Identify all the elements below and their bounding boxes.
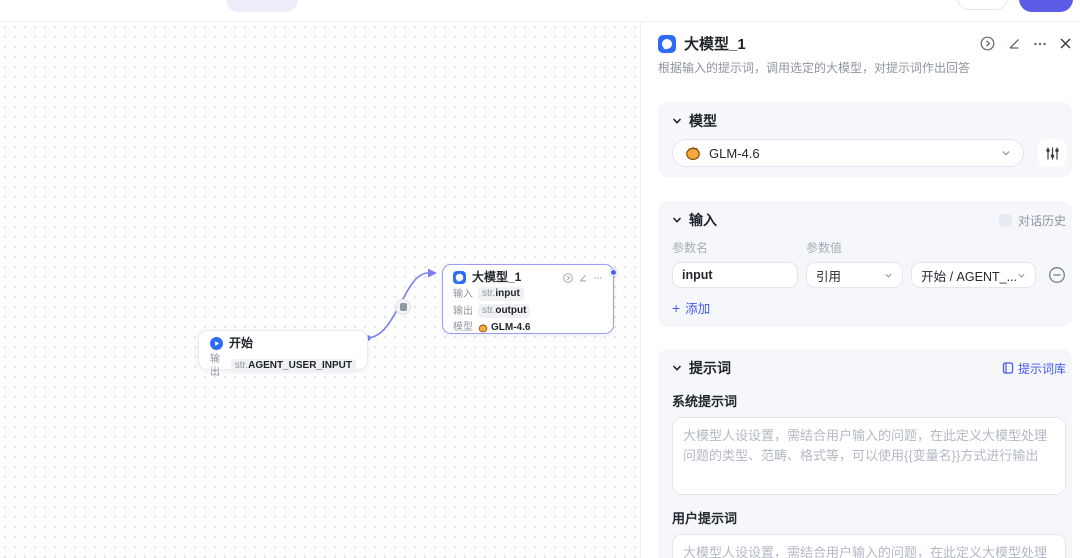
edge-action-button[interactable] bbox=[395, 299, 411, 315]
edge-action-icon bbox=[399, 303, 407, 311]
topbar bbox=[0, 0, 1080, 22]
chevron-down-icon bbox=[884, 271, 893, 280]
panel-title: 大模型_1 bbox=[684, 36, 746, 53]
node-edit-icon[interactable] bbox=[578, 273, 588, 283]
param-value-label: 参数值 bbox=[806, 241, 843, 255]
more-options-icon[interactable] bbox=[1033, 37, 1047, 51]
llm-node-title: 大模型_1 bbox=[472, 270, 522, 284]
collapse-chevron-icon[interactable] bbox=[672, 363, 682, 373]
model-params-button[interactable] bbox=[1038, 139, 1066, 167]
start-icon bbox=[210, 337, 223, 350]
node-config-panel: 大模型_1 根据输入的提示词，调用选定的大模型，对提示词作出回答 模型 GLM-… bbox=[641, 22, 1080, 558]
history-label: 对话历史 bbox=[1017, 213, 1066, 228]
system-prompt-label: 系统提示词 bbox=[672, 394, 738, 409]
start-output-pill: str. AGENT_USER_INPUT bbox=[230, 359, 356, 373]
llm-node-output-port[interactable] bbox=[610, 269, 617, 276]
secondary-action-button[interactable] bbox=[957, 0, 1008, 10]
input-section: 输入 对话历史 参数名 参数值 引用 开始 / AGENT_... bbox=[658, 201, 1072, 327]
node-run-icon[interactable] bbox=[563, 272, 573, 283]
plus-icon: + bbox=[672, 299, 681, 316]
system-prompt-textarea[interactable] bbox=[672, 417, 1066, 495]
llm-model-value: GLM-4.6 bbox=[491, 322, 531, 333]
llm-output-label: 输出 bbox=[453, 305, 473, 317]
input-section-title: 输入 bbox=[689, 212, 717, 228]
user-prompt-textarea[interactable] bbox=[672, 534, 1066, 558]
edit-node-icon[interactable] bbox=[1007, 37, 1021, 51]
chevron-down-icon bbox=[1017, 271, 1026, 280]
glm-logo-icon bbox=[685, 145, 701, 161]
llm-node[interactable]: 大模型_1 输入 str. input 输出 str. output 模型 GL… bbox=[442, 264, 614, 334]
workflow-canvas[interactable]: 开始 输出 str. AGENT_USER_INPUT 大模型_1 输入 str… bbox=[0, 22, 641, 558]
param-name-label: 参数名 bbox=[672, 241, 709, 255]
sliders-icon bbox=[1045, 146, 1060, 161]
llm-input-pill: str. input bbox=[478, 287, 524, 301]
llm-input-label: 输入 bbox=[453, 288, 473, 300]
topbar-tab-pill[interactable] bbox=[226, 0, 298, 12]
glm-model-icon bbox=[478, 323, 488, 333]
node-more-icon[interactable] bbox=[593, 273, 603, 283]
panel-header: 大模型_1 bbox=[658, 33, 1072, 54]
llm-panel-icon bbox=[658, 34, 676, 53]
start-output-label: 输出 bbox=[210, 354, 220, 378]
close-panel-icon[interactable] bbox=[1059, 37, 1072, 50]
collapse-chevron-icon[interactable] bbox=[672, 116, 682, 126]
param-ref-select[interactable]: 开始 / AGENT_... bbox=[911, 262, 1036, 288]
prompt-library-link[interactable]: 提示词库 bbox=[1002, 360, 1066, 377]
run-node-icon[interactable] bbox=[980, 36, 995, 51]
prompt-section-title: 提示词 bbox=[689, 360, 731, 376]
start-node[interactable]: 开始 输出 str. AGENT_USER_INPUT bbox=[198, 330, 368, 378]
remove-param-button[interactable] bbox=[1048, 266, 1066, 284]
chevron-down-icon bbox=[1001, 148, 1011, 158]
llm-model-label: 模型 bbox=[453, 322, 473, 333]
user-prompt-label: 用户提示词 bbox=[672, 511, 738, 526]
model-section-title: 模型 bbox=[689, 113, 717, 129]
panel-subtitle: 根据输入的提示词，调用选定的大模型，对提示词作出回答 bbox=[658, 61, 971, 75]
llm-output-pill: str. output bbox=[478, 304, 531, 318]
collapse-chevron-icon[interactable] bbox=[672, 215, 682, 225]
model-section: 模型 GLM-4.6 bbox=[658, 102, 1072, 177]
prompt-section: 提示词 提示词库 系统提示词 用户提示词 bbox=[658, 349, 1072, 558]
model-select-value: GLM-4.6 bbox=[709, 145, 760, 161]
edge-arrow-icon bbox=[428, 268, 437, 278]
primary-action-button[interactable] bbox=[1019, 0, 1073, 12]
add-param-button[interactable]: + 添加 bbox=[672, 298, 1066, 317]
start-node-title: 开始 bbox=[229, 336, 254, 350]
param-name-input[interactable] bbox=[672, 262, 798, 288]
param-mode-select[interactable]: 引用 bbox=[806, 262, 904, 288]
model-select[interactable]: GLM-4.6 bbox=[672, 139, 1024, 167]
book-icon bbox=[1002, 362, 1014, 374]
llm-node-icon bbox=[453, 271, 466, 284]
history-checkbox[interactable] bbox=[998, 213, 1012, 227]
